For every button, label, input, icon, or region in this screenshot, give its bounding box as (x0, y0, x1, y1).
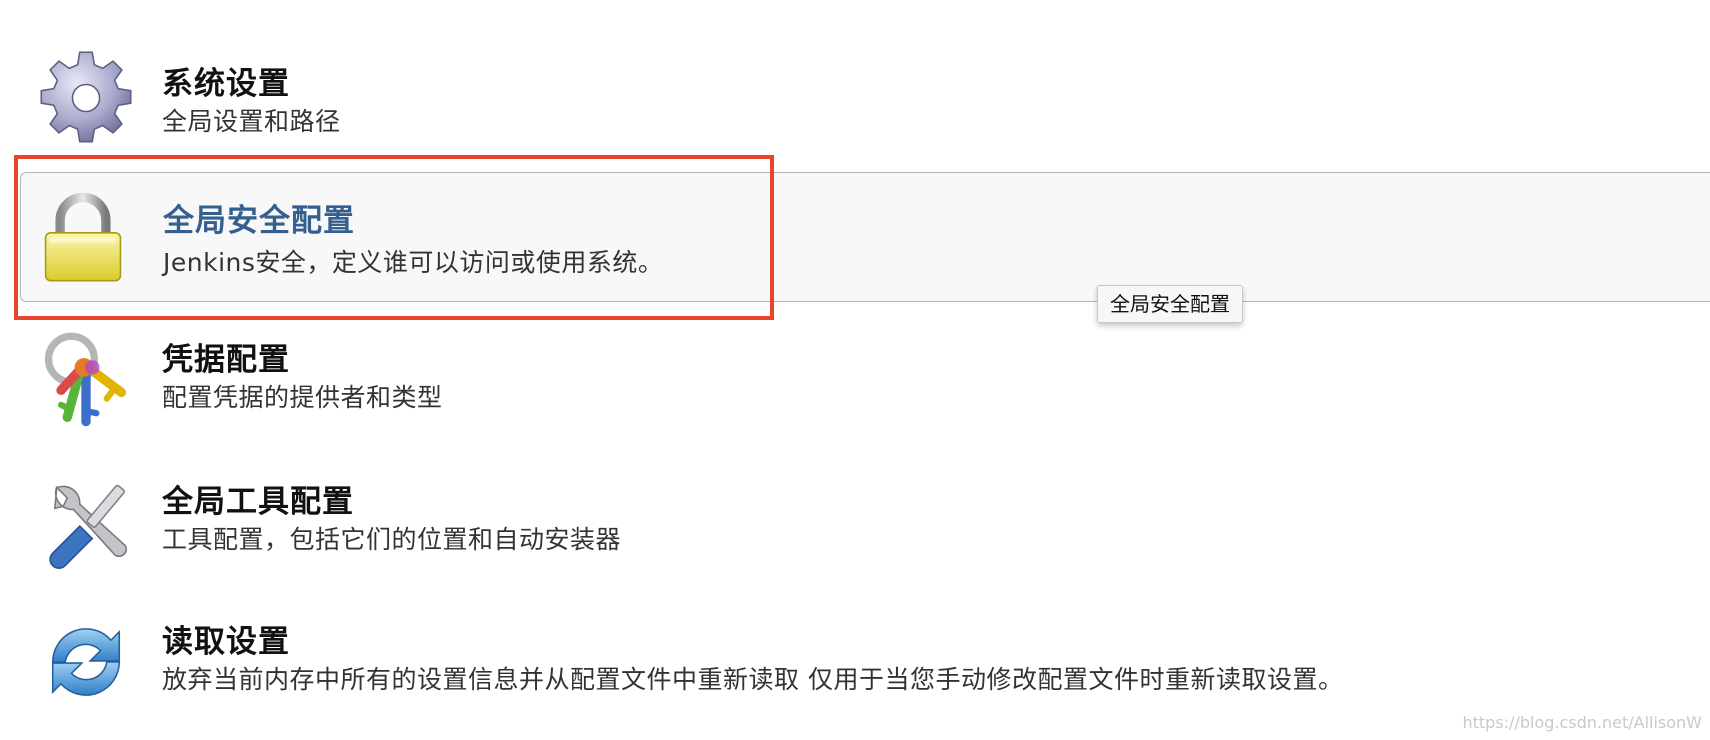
item-description: 放弃当前内存中所有的设置信息并从配置文件中重新读取 仅用于当您手动修改配置文件时… (162, 665, 1344, 694)
item-description: Jenkins安全，定义谁可以访问或使用系统。 (163, 248, 664, 277)
watermark: https://blog.csdn.net/AllisonW (1462, 713, 1702, 732)
item-title[interactable]: 读取设置 (162, 616, 290, 661)
item-description: 工具配置，包括它们的位置和自动安装器 (162, 525, 622, 554)
keys-icon (34, 330, 138, 434)
lock-icon (31, 185, 135, 289)
item-title[interactable]: 全局安全配置 (163, 195, 355, 240)
item-title[interactable]: 全局工具配置 (162, 476, 354, 521)
manage-item-reload-config[interactable]: 读取设置 放弃当前内存中所有的设置信息并从配置文件中重新读取 仅用于当您手动修改… (20, 602, 1710, 732)
tools-icon (34, 472, 138, 576)
manage-item-global-tools[interactable]: 全局工具配置 工具配置，包括它们的位置和自动安装器 (20, 462, 1710, 592)
item-description: 全局设置和路径 (162, 107, 341, 136)
item-title[interactable]: 系统设置 (162, 58, 290, 103)
tooltip: 全局安全配置 (1097, 285, 1243, 323)
manage-item-global-security[interactable]: 全局安全配置 Jenkins安全，定义谁可以访问或使用系统。 (20, 172, 1710, 302)
manage-item-system-settings[interactable]: 系统设置 全局设置和路径 (20, 36, 1710, 166)
item-description: 配置凭据的提供者和类型 (162, 383, 443, 412)
reload-icon (34, 610, 138, 714)
gear-icon (34, 46, 138, 150)
item-title[interactable]: 凭据配置 (162, 334, 290, 379)
manage-item-credentials[interactable]: 凭据配置 配置凭据的提供者和类型 (20, 322, 1710, 452)
